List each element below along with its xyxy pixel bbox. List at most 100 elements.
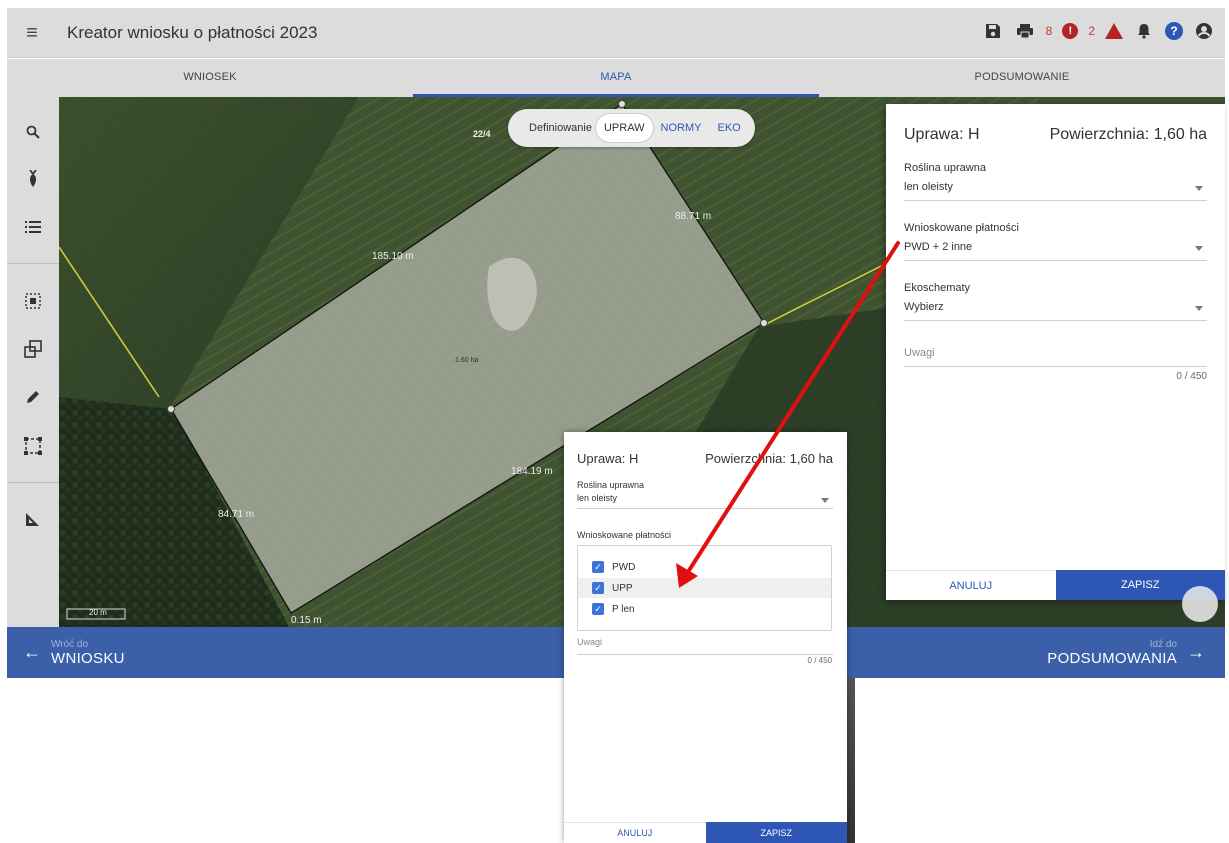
main-tabs: WNIOSEK MAPA PODSUMOWANIE [7,59,1225,97]
parcel-id-label: 22/4 [473,129,491,139]
payments-value-text: PWD + 2 inne [904,241,973,253]
edge-length-label: 185.10 m [372,251,414,262]
popup-header: Uprawa: H Powierzchnia: 1,60 ha [577,451,833,466]
checkbox-checked-icon[interactable]: ✓ [592,582,604,594]
map-zoom-button[interactable] [1182,586,1218,622]
help-icon[interactable]: ? [1165,22,1183,40]
popup-area: Powierzchnia: 1,60 ha [705,451,833,466]
panel-title: Uprawa: H [904,126,980,143]
definition-label: Definiowanie [529,122,592,134]
payments-value[interactable]: PWD + 2 inne [904,241,1207,261]
crop-value[interactable]: len oleisty [904,181,1207,201]
tab-mapa[interactable]: MAPA [413,59,819,97]
ecoscheme-value[interactable]: Wybierz [904,301,1207,321]
edit-pencil-icon[interactable] [7,382,59,412]
popup-crop-label: Roślina uprawna [577,480,645,490]
payments-popup-zoom: Uprawa: H Powierzchnia: 1,60 ha Roślina … [564,432,847,843]
select-area-icon[interactable] [7,286,59,316]
popup-payments-label-wrap: Wnioskowane płatności [577,530,833,540]
chevron-down-icon [1195,246,1203,251]
crop-value-text: len oleisty [904,181,953,193]
panel-header: Uprawa: H Powierzchnia: 1,60 ha [904,126,1207,144]
next-text: Idź do PODSUMOWANIA [1047,639,1177,667]
panel-actions: ANULUJ ZAPISZ [886,570,1225,600]
popup-notes-field[interactable]: Uwagi [577,637,833,655]
scale-label: 20 m [89,608,107,617]
parcel-area-label: 1.60 ha [455,357,479,364]
warning-icon[interactable] [1105,23,1123,39]
arrow-left-icon: ← [23,642,41,662]
next-small-label: Idź do [1149,638,1177,650]
back-text: Wróć do WNIOSKU [51,639,125,667]
crop-select[interactable]: Roślina uprawna len oleisty [904,162,1207,201]
edge-length-label: 88.71 m [675,211,712,222]
measure-ruler-icon[interactable] [7,504,59,534]
hamburger-menu-icon[interactable]: ≡ [19,20,45,46]
error-icon[interactable]: ! [1062,23,1079,39]
ecoscheme-select[interactable]: Ekoschematy Wybierz [904,282,1207,321]
checkbox-checked-icon[interactable]: ✓ [592,561,604,573]
notes-counter: 0 / 450 [1176,371,1207,382]
map-strip-decoration [847,678,855,843]
crop-label: Roślina uprawna [904,162,986,174]
account-icon[interactable] [1193,20,1215,42]
mode-normy[interactable]: NORMY [653,122,710,134]
screenshot-stage: ≡ Kreator wniosku o płatności 2023 8 ! 2… [0,0,1229,843]
popup-crop-select[interactable]: Roślina uprawna len oleisty [577,480,833,509]
ecoscheme-value-text: Wybierz [904,301,944,313]
chevron-down-icon [1195,306,1203,311]
edge-length-label: 0.15 m [291,615,322,626]
app-title: Kreator wniosku o płatności 2023 [67,23,318,42]
payment-option-label: UPP [612,582,633,594]
popup-payments-label: Wnioskowane płatności [577,530,672,540]
popup-actions: ANULUJ ZAPISZ [564,822,847,843]
payment-option-p-len[interactable]: ✓ P len [578,599,831,619]
payment-option-pwd[interactable]: ✓ PWD [578,557,831,577]
tab-wniosek[interactable]: WNIOSEK [7,59,413,97]
edge-length-label: 84.71 m [218,509,255,520]
payments-checklist: ✓ PWD ✓ UPP ✓ P len [577,545,832,631]
crop-plant-icon[interactable] [7,164,59,194]
panel-area: Powierzchnia: 1,60 ha [1049,126,1207,143]
save-icon[interactable] [982,20,1004,42]
ecoscheme-label: Ekoschematy [904,282,971,294]
popup-crop-value-text: len oleisty [577,493,618,503]
payments-label: Wnioskowane płatności [904,222,1019,234]
payment-option-label: PWD [612,561,636,573]
notification-bell-icon[interactable] [1133,20,1155,42]
go-to-summary[interactable]: Idź do PODSUMOWANIA → [1047,627,1215,678]
chevron-down-icon [1195,186,1203,191]
definition-mode-switch: Definiowanie UPRAW NORMY EKO [508,109,755,147]
draw-rectangle-icon[interactable] [7,431,59,461]
list-icon[interactable] [7,212,59,242]
chevron-down-icon [821,498,829,503]
next-big-label: PODSUMOWANIA [1047,649,1177,667]
copy-shape-icon[interactable] [7,334,59,364]
popup-notes-counter: 0 / 450 [807,656,832,665]
checkbox-checked-icon[interactable]: ✓ [592,603,604,615]
map-toolbar [7,97,59,627]
popup-title: Uprawa: H [577,451,639,466]
header-actions: 8 ! 2 ? [982,20,1215,42]
search-icon[interactable] [7,117,59,147]
notes-field[interactable]: Uwagi [904,347,1207,367]
payment-option-upp[interactable]: ✓ UPP [578,578,831,598]
crop-edit-panel: Uprawa: H Powierzchnia: 1,60 ha Roślina … [886,104,1225,600]
toolbar-divider [7,482,59,483]
edge-length-label: 184.19 m [511,466,553,477]
mode-upraw[interactable]: UPRAW [595,114,653,142]
back-to-application[interactable]: ← Wróć do WNIOSKU [13,627,125,678]
payments-select[interactable]: Wnioskowane płatności PWD + 2 inne [904,222,1207,261]
error-count[interactable]: 8 [1046,24,1053,38]
tab-podsumowanie[interactable]: PODSUMOWANIE [819,59,1225,97]
app-header: ≡ Kreator wniosku o płatności 2023 8 ! 2… [7,8,1225,58]
warning-count[interactable]: 2 [1088,24,1095,38]
cancel-button[interactable]: ANULUJ [886,570,1056,600]
print-icon[interactable] [1014,20,1036,42]
back-big-label: WNIOSKU [51,649,125,667]
popup-cancel-button[interactable]: ANULUJ [564,822,706,843]
popup-save-button[interactable]: ZAPISZ [705,822,847,843]
mode-eko[interactable]: EKO [709,122,748,134]
popup-crop-value[interactable]: len oleisty [577,493,833,509]
back-small-label: Wróć do [51,638,89,650]
